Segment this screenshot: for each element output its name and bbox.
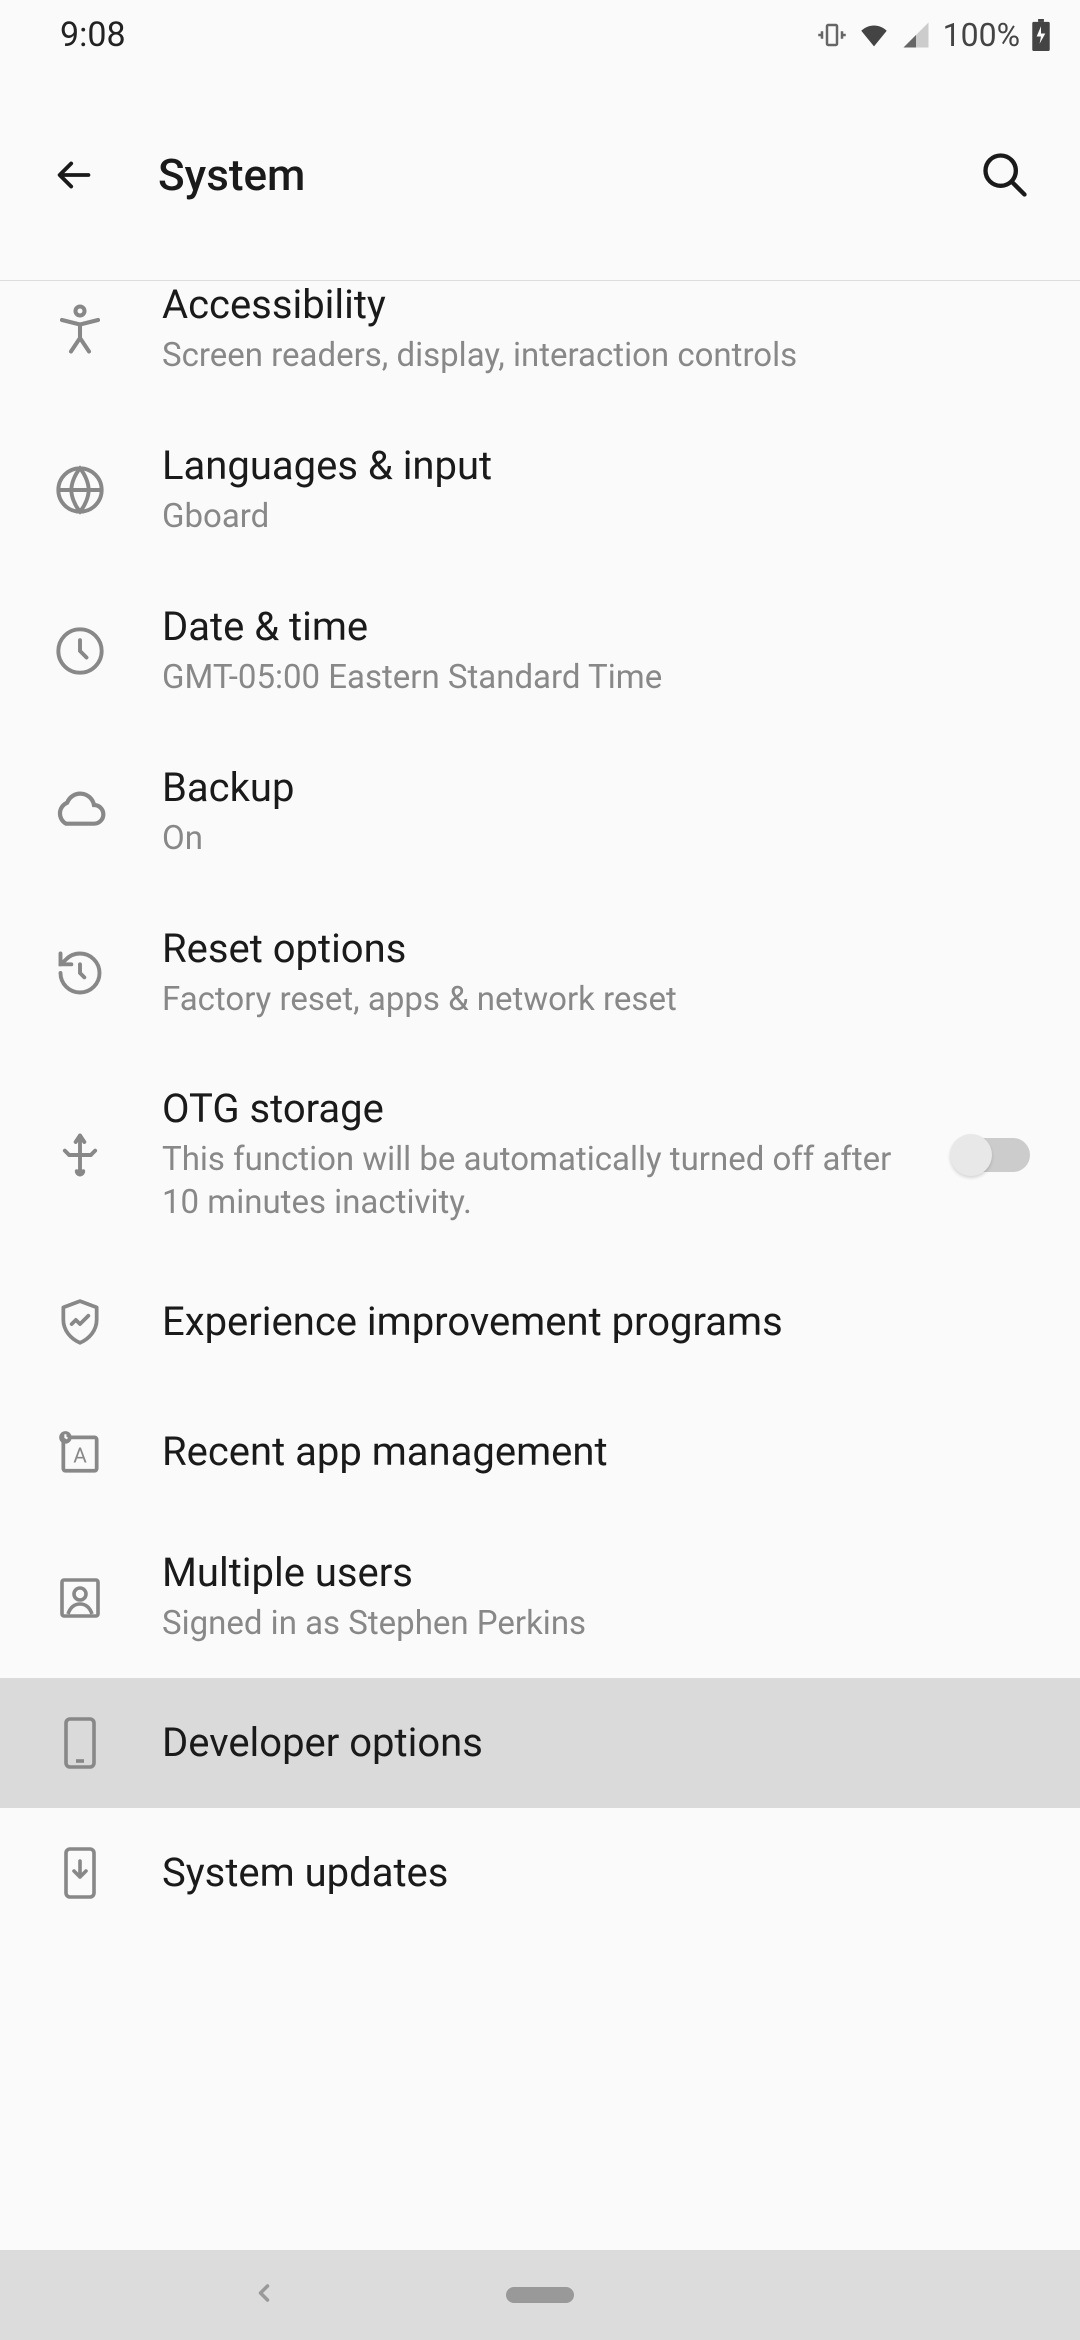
- navigation-bar: [0, 2250, 1080, 2340]
- item-text: OTG storage This function will be automa…: [162, 1085, 920, 1225]
- settings-item-accessibility[interactable]: Accessibility Screen readers, display, i…: [0, 281, 1080, 410]
- item-title: Experience improvement programs: [162, 1298, 1030, 1346]
- item-subtitle: GMT-05:00 Eastern Standard Time: [162, 657, 1030, 700]
- item-text: Date & time GMT-05:00 Eastern Standard T…: [162, 603, 1030, 700]
- settings-item-users[interactable]: Multiple users Signed in as Stephen Perk…: [0, 1517, 1080, 1678]
- battery-percent: 100%: [943, 16, 1020, 54]
- clock-icon: [50, 621, 110, 681]
- item-title: Multiple users: [162, 1549, 1030, 1597]
- settings-item-backup[interactable]: Backup On: [0, 732, 1080, 893]
- item-subtitle: Factory reset, apps & network reset: [162, 979, 1030, 1022]
- item-subtitle: Signed in as Stephen Perkins: [162, 1603, 1030, 1646]
- settings-item-languages[interactable]: Languages & input Gboard: [0, 410, 1080, 571]
- status-right: 100%: [817, 16, 1050, 54]
- arrow-back-icon: [52, 152, 98, 198]
- item-text: Developer options: [162, 1719, 1030, 1767]
- item-subtitle: Screen readers, display, interaction con…: [162, 335, 1030, 378]
- status-bar: 9:08 100%: [0, 0, 1080, 70]
- nav-back-button[interactable]: [250, 2279, 278, 2311]
- settings-item-datetime[interactable]: Date & time GMT-05:00 Eastern Standard T…: [0, 571, 1080, 732]
- download-icon: [50, 1843, 110, 1903]
- signal-icon: [901, 20, 931, 50]
- item-title: Accessibility: [162, 281, 1030, 329]
- settings-item-reset[interactable]: Reset options Factory reset, apps & netw…: [0, 893, 1080, 1054]
- item-text: Recent app management: [162, 1428, 1030, 1476]
- item-title: OTG storage: [162, 1085, 920, 1133]
- item-text: Languages & input Gboard: [162, 442, 1030, 539]
- usb-icon: [50, 1125, 110, 1185]
- phone-icon: [50, 1713, 110, 1773]
- item-title: Recent app management: [162, 1428, 1030, 1476]
- user-icon: [50, 1568, 110, 1628]
- item-text: Reset options Factory reset, apps & netw…: [162, 925, 1030, 1022]
- recent-app-icon: A: [50, 1422, 110, 1482]
- settings-item-updates[interactable]: System updates: [0, 1808, 1080, 1938]
- accessibility-icon: [50, 299, 110, 359]
- otg-toggle[interactable]: [950, 1134, 1030, 1176]
- item-text: Accessibility Screen readers, display, i…: [162, 281, 1030, 378]
- item-title: Backup: [162, 764, 1030, 812]
- item-title: Date & time: [162, 603, 1030, 651]
- reset-icon: [50, 943, 110, 1003]
- item-text: System updates: [162, 1849, 1030, 1897]
- page-title: System: [158, 149, 305, 201]
- item-title: Developer options: [162, 1719, 1030, 1767]
- cloud-icon: [50, 782, 110, 842]
- item-subtitle: On: [162, 818, 1030, 861]
- vibrate-icon: [817, 20, 847, 50]
- svg-text:A: A: [73, 1445, 87, 1469]
- nav-home-pill[interactable]: [506, 2287, 574, 2303]
- item-text: Experience improvement programs: [162, 1298, 1030, 1346]
- settings-item-recent[interactable]: A Recent app management: [0, 1387, 1080, 1517]
- app-header: System: [0, 70, 1080, 280]
- item-title: System updates: [162, 1849, 1030, 1897]
- settings-list: Accessibility Screen readers, display, i…: [0, 281, 1080, 1938]
- settings-item-developer[interactable]: Developer options: [0, 1678, 1080, 1808]
- search-icon: [979, 149, 1031, 201]
- globe-icon: [50, 460, 110, 520]
- item-text: Multiple users Signed in as Stephen Perk…: [162, 1549, 1030, 1646]
- item-text: Backup On: [162, 764, 1030, 861]
- status-icons: [817, 20, 931, 50]
- item-title: Reset options: [162, 925, 1030, 973]
- wifi-icon: [857, 20, 891, 50]
- item-subtitle: This function will be automatically turn…: [162, 1139, 920, 1225]
- battery-icon: [1032, 19, 1050, 51]
- item-title: Languages & input: [162, 442, 1030, 490]
- search-button[interactable]: [975, 145, 1035, 205]
- item-subtitle: Gboard: [162, 496, 1030, 539]
- chevron-left-icon: [250, 2279, 278, 2307]
- status-time: 9:08: [60, 15, 126, 55]
- settings-item-experience[interactable]: Experience improvement programs: [0, 1257, 1080, 1387]
- settings-item-otg[interactable]: OTG storage This function will be automa…: [0, 1053, 1080, 1257]
- shield-chart-icon: [50, 1292, 110, 1352]
- back-button[interactable]: [50, 150, 100, 200]
